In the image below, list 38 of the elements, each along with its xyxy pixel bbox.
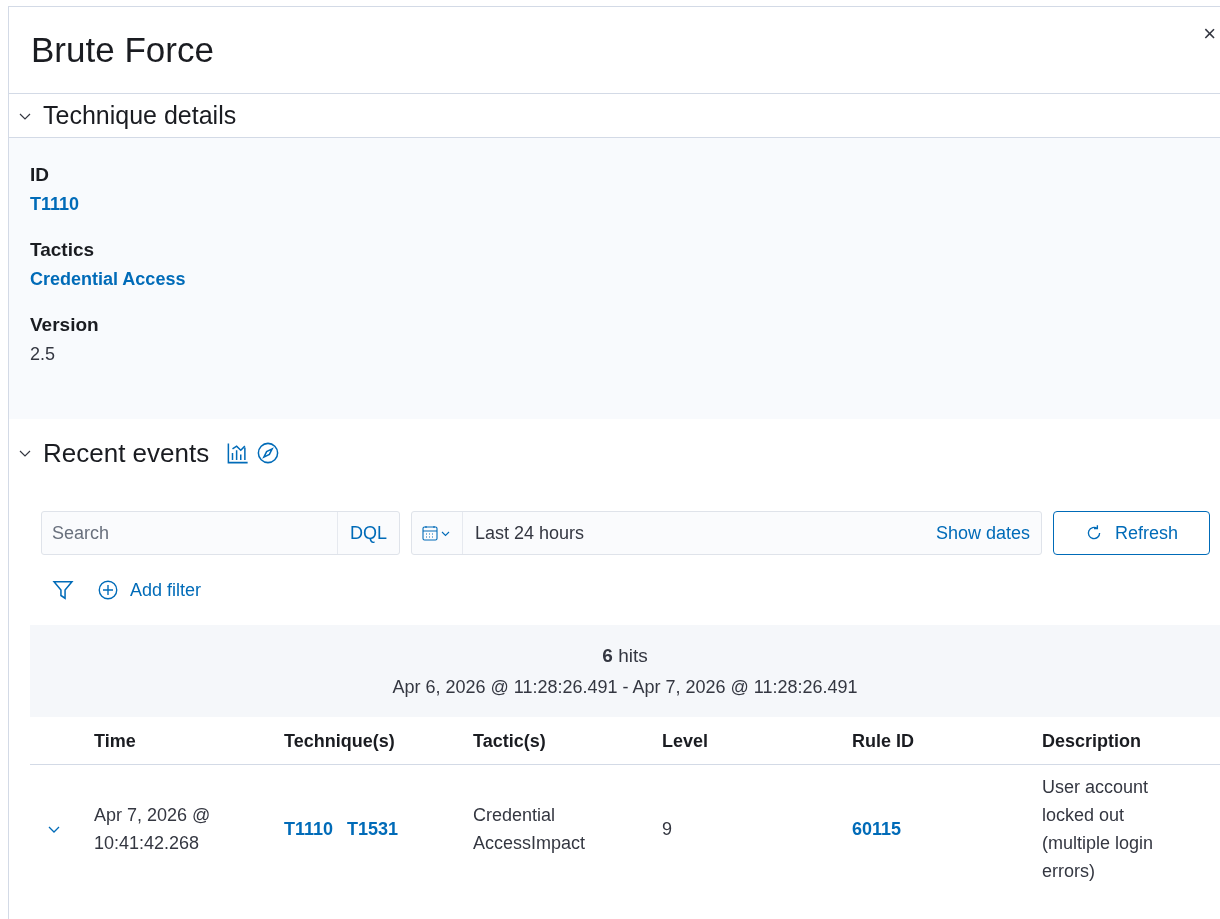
field-label: ID (30, 164, 50, 186)
calendar-icon (422, 525, 452, 541)
refresh-icon (1085, 524, 1103, 542)
date-picker[interactable]: Last 24 hours Show dates (411, 511, 1042, 555)
section-title: Technique details (43, 101, 237, 130)
column-header: Description (1042, 730, 1143, 751)
refresh-button[interactable]: Refresh (1053, 511, 1210, 555)
table-cell-text: Apr 7, 2026 @ 10:41:42.268 (94, 804, 212, 855)
table-cell-text: 9 (662, 818, 673, 841)
rule-id-link[interactable]: 60115 (852, 819, 902, 839)
field-link[interactable]: T1110 (30, 194, 80, 215)
field-value: 2.5 (30, 344, 57, 365)
column-header: Rule ID (852, 730, 915, 751)
show-dates-link[interactable]: Show dates (935, 522, 1041, 544)
add-filter-link[interactable]: Add filter (98, 579, 202, 601)
field-label: Version (30, 314, 100, 336)
column-header: Technique(s) (284, 730, 396, 751)
plus-circle-icon (98, 580, 118, 600)
chart-icon[interactable] (227, 442, 250, 464)
compass-icon[interactable] (257, 442, 280, 464)
field-link[interactable]: Credential Access (30, 269, 186, 290)
table-cell-text: Credential AccessImpact (473, 804, 587, 855)
hits-range: Apr 6, 2026 @ 11:28:26.491 - Apr 7, 2026 @ 11:28:26.491 (392, 676, 858, 698)
date-range: Last 24 hours (474, 522, 586, 544)
technique-link[interactable]: T1110 (284, 815, 334, 843)
table-cell-text: User account locked out (multiple login errors) (1042, 776, 1155, 883)
filter-icon[interactable] (52, 579, 74, 601)
field-label: Tactics (30, 239, 96, 261)
section-title: Recent events (43, 437, 210, 469)
hits-count: 6 hits (602, 644, 648, 667)
language-button[interactable]: DQL (337, 512, 399, 554)
technique-link[interactable]: T1531 (347, 815, 399, 843)
close-button[interactable]: × (1199, 21, 1220, 47)
flyout-title: Brute Force (31, 30, 214, 70)
column-header: Level (662, 730, 710, 751)
column-header: Time (94, 730, 137, 751)
column-header: Tactic(s) (473, 730, 547, 751)
search-field[interactable]: Search DQL (41, 511, 400, 555)
